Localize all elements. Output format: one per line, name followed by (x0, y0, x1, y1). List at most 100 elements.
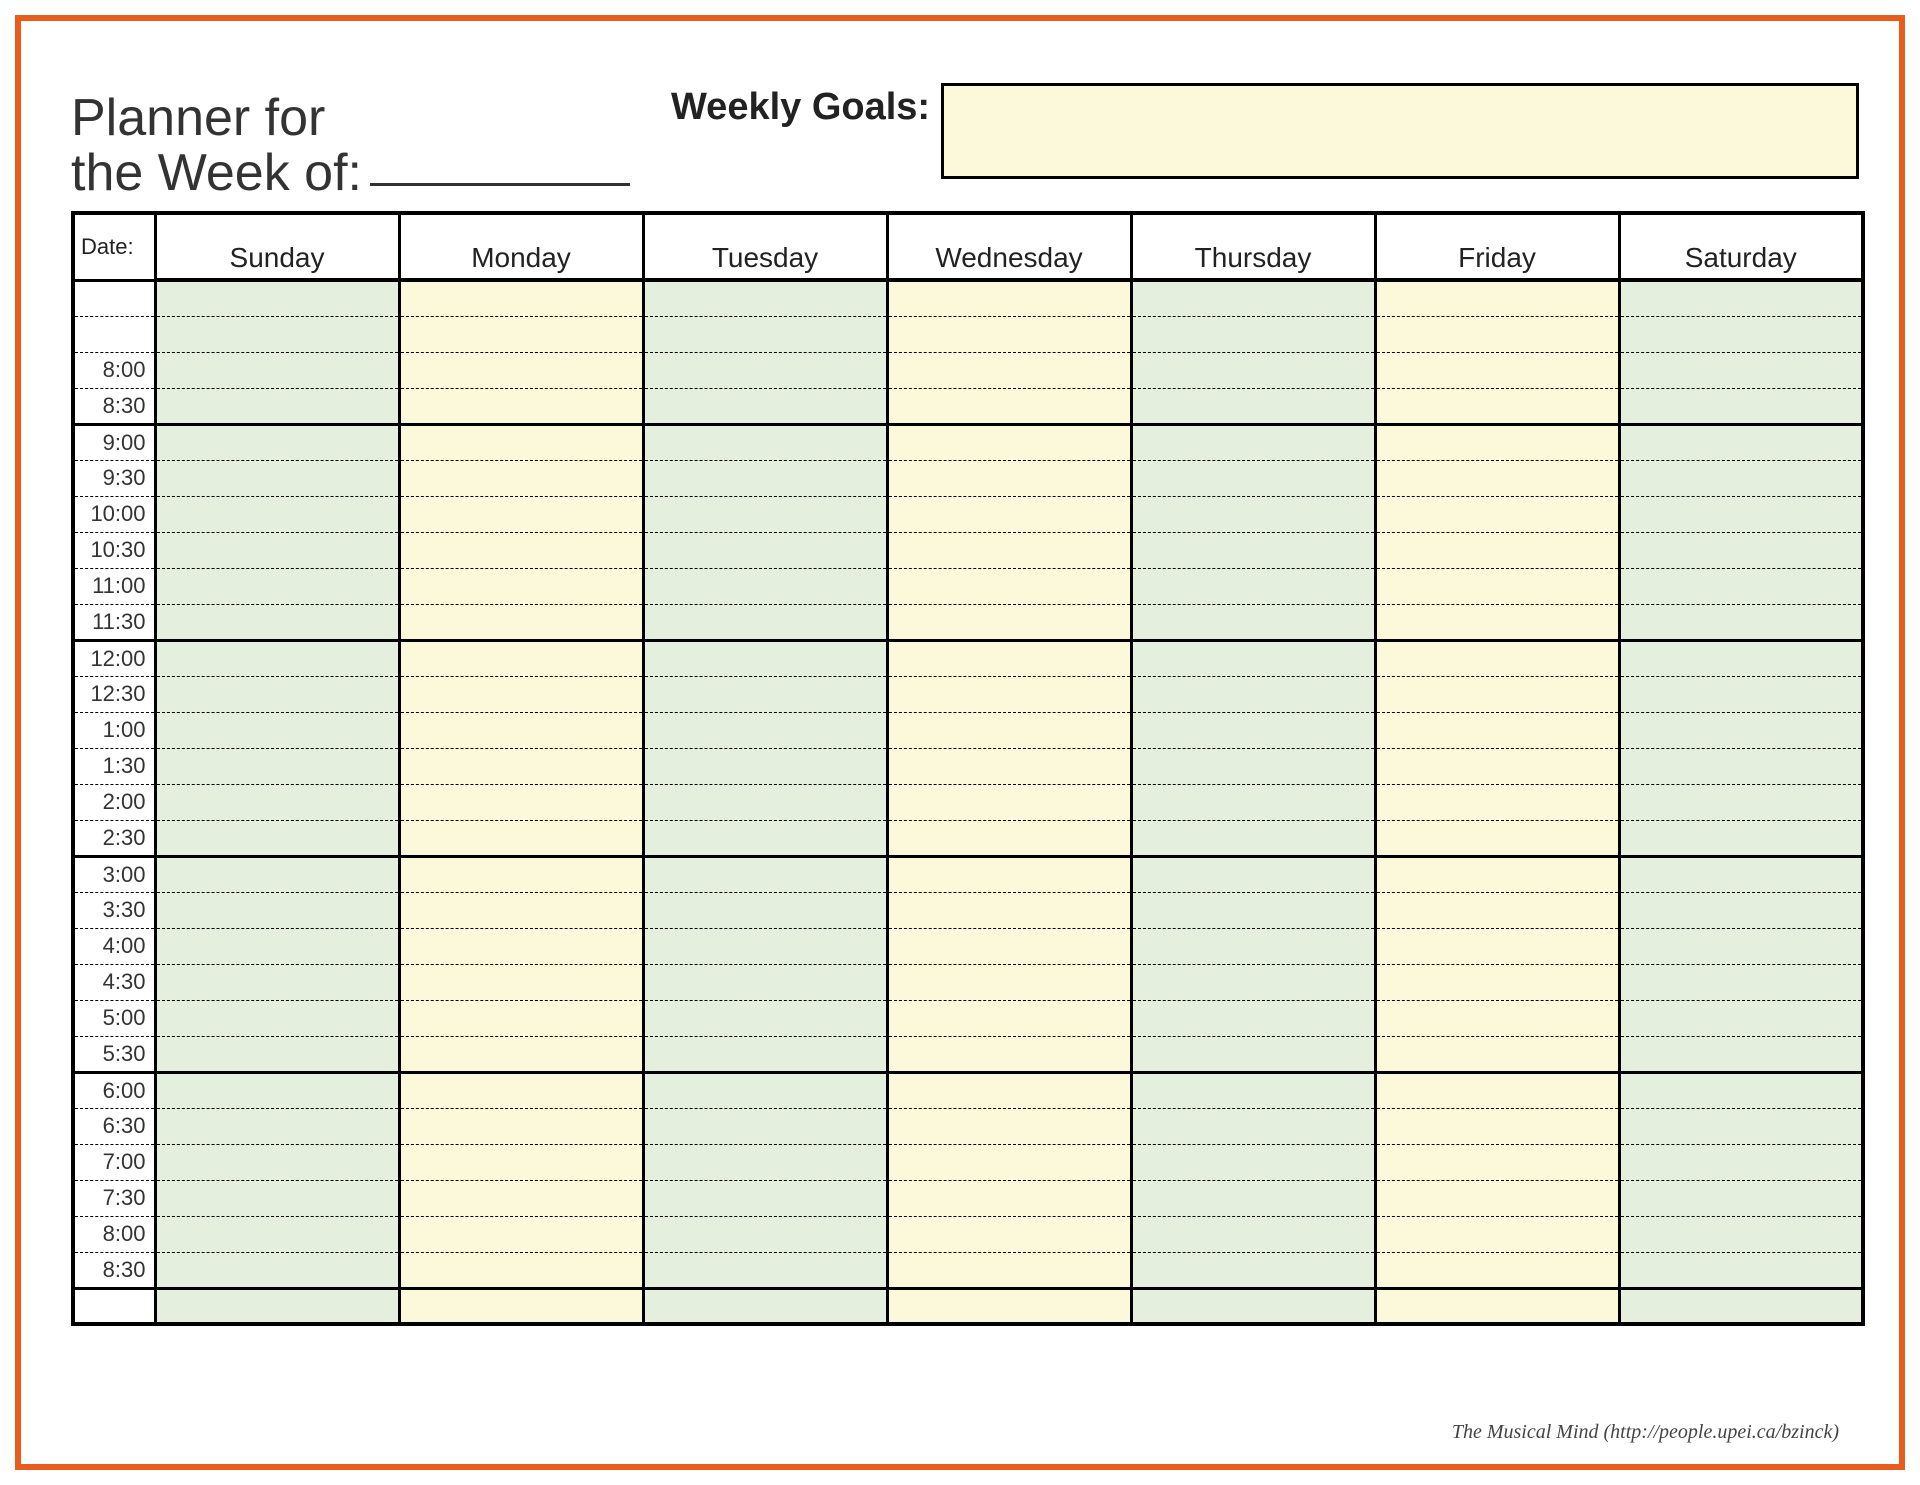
planner-cell[interactable] (1375, 424, 1619, 460)
planner-cell[interactable] (1375, 1108, 1619, 1144)
planner-cell[interactable] (1375, 1144, 1619, 1180)
planner-cell[interactable] (155, 352, 399, 388)
planner-cell[interactable] (643, 1144, 887, 1180)
planner-cell[interactable] (1619, 1216, 1863, 1252)
planner-cell[interactable] (399, 604, 643, 640)
planner-cell[interactable] (887, 496, 1131, 532)
planner-cell[interactable] (887, 352, 1131, 388)
planner-cell[interactable] (1619, 316, 1863, 352)
planner-cell[interactable] (887, 388, 1131, 424)
planner-cell[interactable] (887, 1252, 1131, 1288)
planner-cell[interactable] (887, 748, 1131, 784)
planner-cell[interactable] (643, 1252, 887, 1288)
planner-cell[interactable] (643, 460, 887, 496)
planner-cell[interactable] (1375, 712, 1619, 748)
planner-cell[interactable] (1375, 856, 1619, 892)
planner-cell[interactable] (155, 532, 399, 568)
planner-cell[interactable] (1131, 1144, 1375, 1180)
planner-cell[interactable] (643, 1180, 887, 1216)
planner-cell[interactable] (155, 1072, 399, 1108)
planner-cell[interactable] (1375, 964, 1619, 1000)
planner-cell[interactable] (1619, 604, 1863, 640)
planner-cell[interactable] (1375, 388, 1619, 424)
planner-cell[interactable] (1375, 640, 1619, 676)
planner-cell[interactable] (1619, 712, 1863, 748)
planner-cell[interactable] (643, 856, 887, 892)
planner-cell[interactable] (887, 1000, 1131, 1036)
planner-cell[interactable] (399, 748, 643, 784)
planner-cell[interactable] (399, 1216, 643, 1252)
planner-cell[interactable] (1131, 712, 1375, 748)
planner-cell[interactable] (643, 280, 887, 316)
planner-cell[interactable] (1375, 748, 1619, 784)
planner-cell[interactable] (1131, 856, 1375, 892)
planner-cell[interactable] (155, 496, 399, 532)
planner-cell[interactable] (887, 1108, 1131, 1144)
planner-cell[interactable] (643, 1216, 887, 1252)
planner-cell[interactable] (643, 532, 887, 568)
planner-cell[interactable] (887, 928, 1131, 964)
planner-cell[interactable] (643, 352, 887, 388)
planner-cell[interactable] (155, 856, 399, 892)
planner-cell[interactable] (155, 568, 399, 604)
planner-cell[interactable] (1375, 1252, 1619, 1288)
planner-cell[interactable] (155, 712, 399, 748)
planner-cell[interactable] (1131, 1108, 1375, 1144)
planner-cell[interactable] (155, 964, 399, 1000)
planner-cell[interactable] (155, 1108, 399, 1144)
planner-cell[interactable] (1131, 640, 1375, 676)
planner-cell[interactable] (1375, 1288, 1619, 1324)
planner-cell[interactable] (1619, 820, 1863, 856)
weekly-goals-box[interactable] (941, 83, 1859, 179)
planner-cell[interactable] (399, 712, 643, 748)
planner-cell[interactable] (1375, 460, 1619, 496)
planner-cell[interactable] (399, 1144, 643, 1180)
planner-cell[interactable] (1131, 964, 1375, 1000)
planner-cell[interactable] (1131, 1180, 1375, 1216)
planner-cell[interactable] (643, 748, 887, 784)
planner-cell[interactable] (1619, 460, 1863, 496)
planner-cell[interactable] (1619, 784, 1863, 820)
planner-cell[interactable] (643, 676, 887, 712)
planner-cell[interactable] (643, 820, 887, 856)
planner-cell[interactable] (643, 496, 887, 532)
planner-cell[interactable] (1619, 1288, 1863, 1324)
planner-cell[interactable] (399, 1180, 643, 1216)
planner-cell[interactable] (643, 1288, 887, 1324)
planner-cell[interactable] (155, 784, 399, 820)
planner-cell[interactable] (887, 1180, 1131, 1216)
planner-cell[interactable] (1375, 1216, 1619, 1252)
planner-cell[interactable] (399, 316, 643, 352)
planner-cell[interactable] (643, 316, 887, 352)
planner-cell[interactable] (643, 1000, 887, 1036)
planner-cell[interactable] (1375, 928, 1619, 964)
planner-cell[interactable] (1131, 1288, 1375, 1324)
planner-cell[interactable] (399, 532, 643, 568)
planner-cell[interactable] (1375, 892, 1619, 928)
planner-cell[interactable] (1375, 532, 1619, 568)
planner-cell[interactable] (1375, 352, 1619, 388)
planner-cell[interactable] (399, 676, 643, 712)
planner-cell[interactable] (1131, 496, 1375, 532)
planner-cell[interactable] (155, 748, 399, 784)
planner-cell[interactable] (1619, 892, 1863, 928)
planner-cell[interactable] (1375, 784, 1619, 820)
planner-cell[interactable] (887, 424, 1131, 460)
planner-cell[interactable] (643, 1108, 887, 1144)
planner-cell[interactable] (155, 1216, 399, 1252)
planner-cell[interactable] (155, 424, 399, 460)
planner-cell[interactable] (887, 640, 1131, 676)
planner-cell[interactable] (643, 784, 887, 820)
planner-cell[interactable] (1375, 820, 1619, 856)
planner-cell[interactable] (399, 1072, 643, 1108)
planner-cell[interactable] (887, 856, 1131, 892)
planner-cell[interactable] (1619, 676, 1863, 712)
planner-cell[interactable] (1375, 1072, 1619, 1108)
planner-cell[interactable] (399, 1108, 643, 1144)
planner-cell[interactable] (1375, 1036, 1619, 1072)
planner-cell[interactable] (1619, 856, 1863, 892)
planner-cell[interactable] (399, 496, 643, 532)
planner-cell[interactable] (643, 604, 887, 640)
planner-cell[interactable] (155, 388, 399, 424)
planner-cell[interactable] (1131, 784, 1375, 820)
